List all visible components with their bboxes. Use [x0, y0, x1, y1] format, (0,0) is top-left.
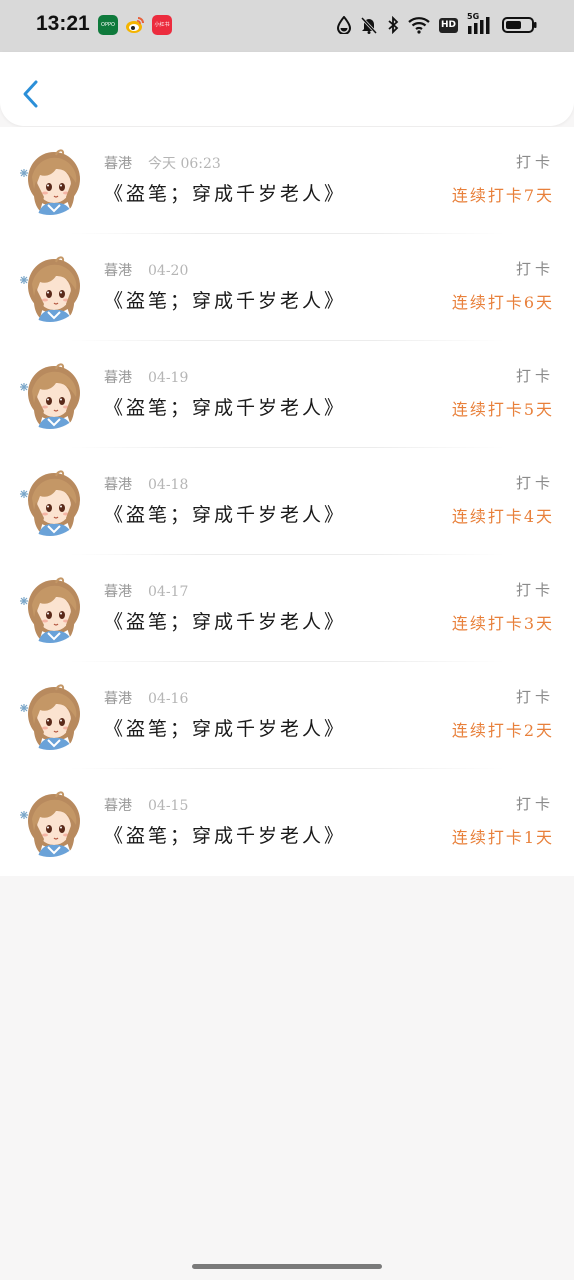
checkin-list-item[interactable]: 暮港 04-16 《盗笔；穿成千岁老人》 打卡 连续打卡2天 [0, 662, 574, 769]
meta-line: 暮港 04-19 [104, 367, 188, 387]
checkin-list-item[interactable]: 暮港 今天 06:23 《盗笔；穿成千岁老人》 打卡 连续打卡7天 [0, 127, 574, 234]
bell-muted-icon [360, 16, 378, 34]
author-name: 暮港 [104, 156, 132, 172]
meta-line: 暮港 04-16 [104, 688, 188, 708]
checkin-label: 打卡 [515, 581, 554, 599]
meta-line: 暮港 04-18 [104, 474, 188, 494]
meta-line: 暮港 04-20 [104, 260, 188, 280]
checkin-date: 04-18 [148, 477, 189, 493]
checkin-label: 打卡 [515, 795, 554, 813]
drop-icon [336, 16, 351, 34]
streak-text: 连续打卡4天 [451, 507, 554, 526]
xiaohongshu-app-icon: 小红书 [152, 15, 172, 35]
avatar-image [16, 468, 84, 536]
streak-text: 连续打卡3天 [451, 614, 554, 633]
checkin-list: 暮港 今天 06:23 《盗笔；穿成千岁老人》 打卡 连续打卡7天 暮港 04-… [0, 127, 574, 876]
book-title[interactable]: 《盗笔；穿成千岁老人》 [104, 821, 346, 848]
streak-text: 连续打卡5天 [451, 400, 554, 419]
battery-icon [502, 17, 537, 33]
author-name: 暮港 [104, 798, 132, 814]
author-name: 暮港 [104, 263, 132, 279]
checkin-date: 04-15 [148, 798, 189, 814]
book-title[interactable]: 《盗笔；穿成千岁老人》 [104, 607, 346, 634]
checkin-label: 打卡 [515, 474, 554, 492]
checkin-list-item[interactable]: 暮港 04-20 《盗笔；穿成千岁老人》 打卡 连续打卡6天 [0, 234, 574, 341]
status-icons: HD 5G [336, 12, 538, 37]
checkin-date: 04-20 [148, 263, 189, 279]
checkin-list-item[interactable]: 暮港 04-17 《盗笔；穿成千岁老人》 打卡 连续打卡3天 [0, 555, 574, 662]
avatar[interactable] [16, 147, 84, 215]
checkin-date: 04-16 [148, 691, 189, 707]
oppo-app-label: OPPO [101, 22, 115, 28]
checkin-label: 打卡 [515, 260, 554, 278]
book-title[interactable]: 《盗笔；穿成千岁老人》 [104, 393, 346, 420]
meta-line: 暮港 04-17 [104, 581, 188, 601]
book-title[interactable]: 《盗笔；穿成千岁老人》 [104, 286, 346, 313]
avatar-image [16, 254, 84, 322]
avatar[interactable] [16, 789, 84, 857]
home-indicator[interactable] [192, 1264, 382, 1269]
streak-text: 连续打卡7天 [451, 186, 554, 205]
book-title[interactable]: 《盗笔；穿成千岁老人》 [104, 179, 346, 206]
avatar-image [16, 361, 84, 429]
author-name: 暮港 [104, 584, 132, 600]
bluetooth-icon [388, 16, 399, 34]
chevron-left-icon [23, 80, 38, 108]
avatar-image [16, 682, 84, 750]
streak-text: 连续打卡6天 [451, 293, 554, 312]
avatar-image [16, 147, 84, 215]
back-button[interactable] [16, 74, 48, 114]
checkin-list-item[interactable]: 暮港 04-15 《盗笔；穿成千岁老人》 打卡 连续打卡1天 [0, 769, 574, 876]
author-name: 暮港 [104, 691, 132, 707]
checkin-date: 04-17 [148, 584, 189, 600]
avatar[interactable] [16, 468, 84, 536]
nav-bar [0, 52, 574, 126]
checkin-date: 04-19 [148, 370, 189, 386]
author-name: 暮港 [104, 370, 132, 386]
meta-line: 暮港 今天 06:23 [104, 153, 221, 173]
avatar-image [16, 789, 84, 857]
author-name: 暮港 [104, 477, 132, 493]
checkin-label: 打卡 [515, 153, 554, 171]
hd-badge: HD [438, 17, 458, 33]
status-bar: 13:21 OPPO 小红书 HD 5G [0, 0, 574, 52]
avatar[interactable] [16, 682, 84, 750]
weibo-app-icon [125, 15, 145, 35]
status-time: 13:21 [36, 12, 90, 35]
book-title[interactable]: 《盗笔；穿成千岁老人》 [104, 714, 346, 741]
wifi-icon [408, 17, 430, 34]
avatar[interactable] [16, 575, 84, 643]
signal-icon [468, 17, 490, 34]
signal-group: 5G [467, 12, 493, 36]
oppo-app-icon: OPPO [98, 15, 118, 35]
checkin-list-item[interactable]: 暮港 04-19 《盗笔；穿成千岁老人》 打卡 连续打卡5天 [0, 341, 574, 448]
checkin-list-item[interactable]: 暮港 04-18 《盗笔；穿成千岁老人》 打卡 连续打卡4天 [0, 448, 574, 555]
streak-text: 连续打卡2天 [451, 721, 554, 740]
avatar-image [16, 575, 84, 643]
avatar[interactable] [16, 254, 84, 322]
checkin-label: 打卡 [515, 367, 554, 385]
checkin-label: 打卡 [515, 688, 554, 706]
avatar[interactable] [16, 361, 84, 429]
book-title[interactable]: 《盗笔；穿成千岁老人》 [104, 500, 346, 527]
xiaohongshu-app-label: 小红书 [154, 22, 170, 28]
streak-text: 连续打卡1天 [451, 828, 554, 847]
checkin-date: 今天 06:23 [148, 156, 221, 172]
meta-line: 暮港 04-15 [104, 795, 188, 815]
